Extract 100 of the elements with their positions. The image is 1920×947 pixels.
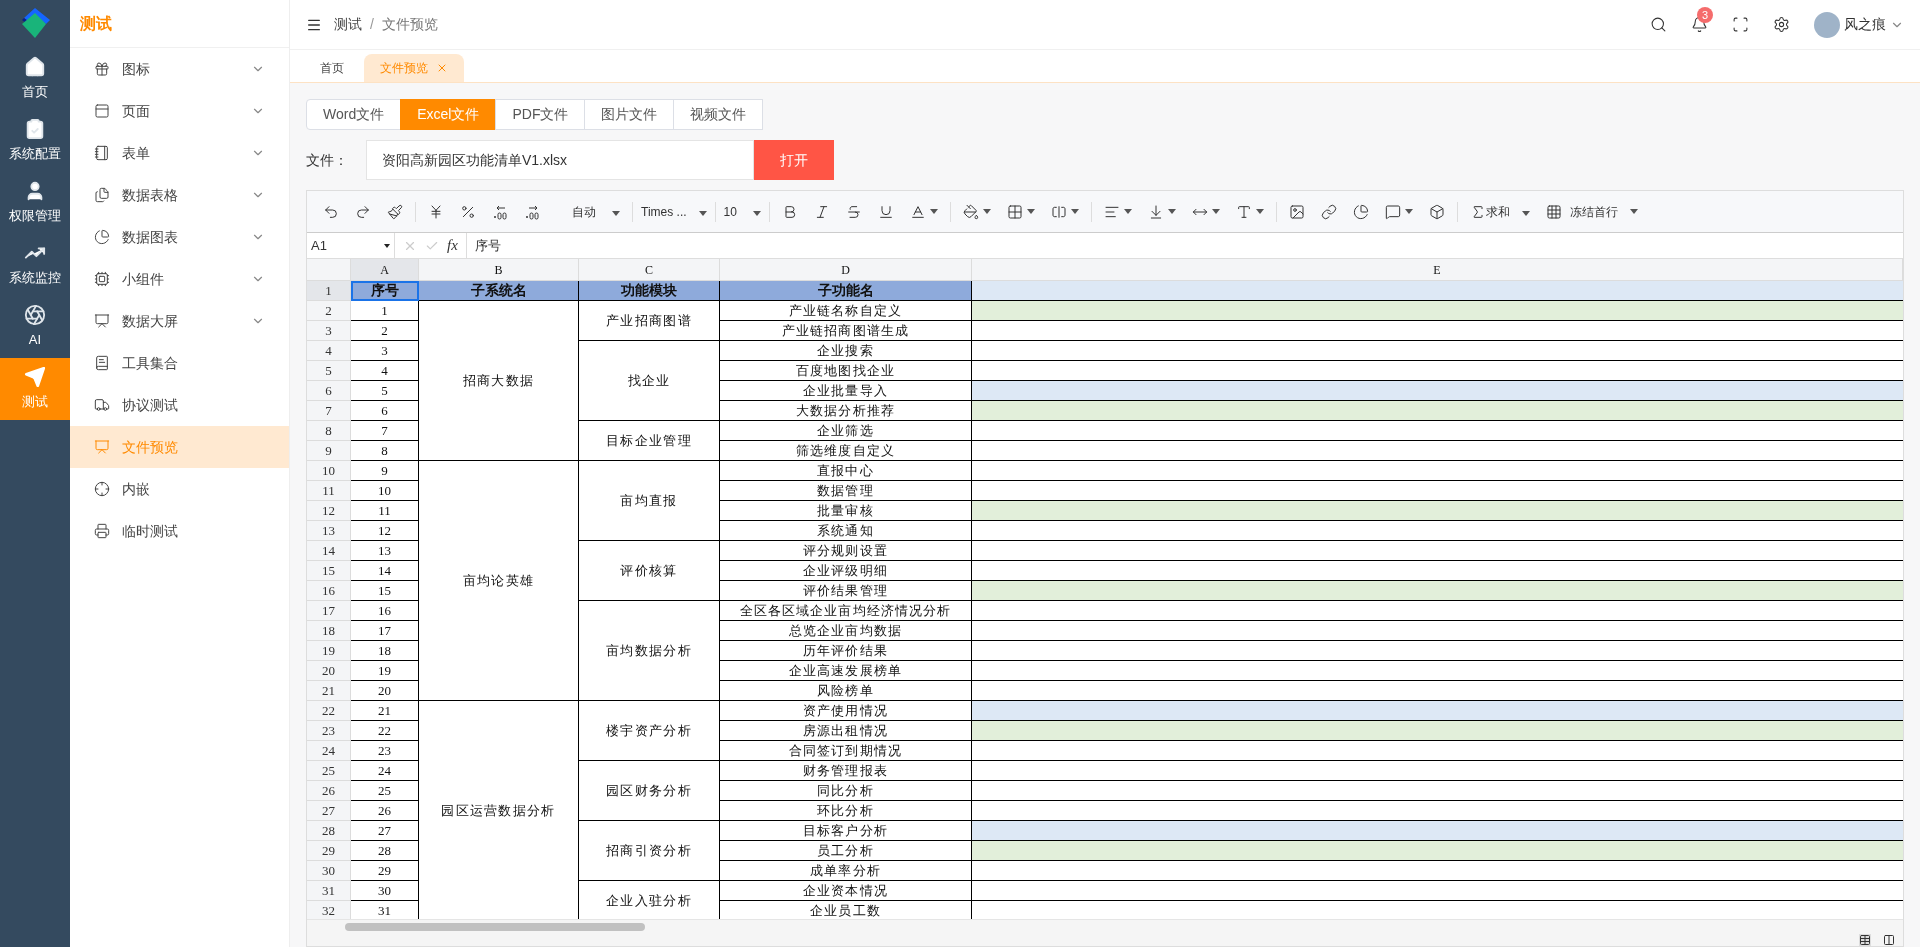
table-icon[interactable] bbox=[1859, 934, 1871, 946]
row-number[interactable]: 18 bbox=[307, 621, 351, 641]
panel-icon bbox=[94, 103, 110, 119]
cell-reference-field[interactable]: A1 bbox=[307, 233, 395, 258]
file-type-tab[interactable]: 图片文件 bbox=[584, 99, 675, 130]
row-number[interactable]: 2 bbox=[307, 301, 351, 321]
row-number[interactable]: 1 bbox=[307, 281, 351, 301]
function-label[interactable]: fx bbox=[447, 234, 458, 257]
font-dropdown[interactable]: Times ... bbox=[641, 202, 707, 221]
rail-item[interactable]: 首页 bbox=[0, 48, 70, 110]
page-tab[interactable]: 首页 bbox=[304, 54, 360, 82]
scrollbar-thumb[interactable] bbox=[345, 923, 645, 931]
row-number[interactable]: 11 bbox=[307, 481, 351, 501]
cube-icon[interactable] bbox=[1428, 203, 1445, 220]
row-number[interactable]: 12 bbox=[307, 501, 351, 521]
image-icon[interactable] bbox=[1288, 203, 1305, 220]
column-header[interactable]: A bbox=[351, 259, 419, 281]
undo-icon[interactable] bbox=[323, 203, 339, 220]
row-number[interactable]: 26 bbox=[307, 781, 351, 801]
table-cell: 14 bbox=[351, 561, 419, 581]
sidebar-item[interactable]: 临时测试 bbox=[70, 510, 289, 552]
table-cell: 企业搜索 bbox=[720, 341, 972, 361]
link-icon[interactable] bbox=[1320, 203, 1337, 220]
row-number[interactable]: 30 bbox=[307, 861, 351, 881]
user-name[interactable]: 风之痕 bbox=[1844, 14, 1886, 35]
table-cell: 企业资本情况 bbox=[720, 881, 972, 901]
row-number[interactable]: 32 bbox=[307, 901, 351, 919]
row-number[interactable]: 16 bbox=[307, 581, 351, 601]
sidebar-item[interactable]: 内嵌 bbox=[70, 468, 289, 510]
rail-item[interactable]: AI bbox=[0, 296, 70, 358]
file-type-tab[interactable]: Word文件 bbox=[306, 99, 402, 130]
row-number[interactable]: 9 bbox=[307, 441, 351, 461]
sidebar-item[interactable]: 图标 bbox=[70, 48, 289, 90]
columns-icon[interactable] bbox=[1883, 934, 1895, 946]
caret-icon bbox=[1629, 209, 1638, 214]
row-number[interactable]: 28 bbox=[307, 821, 351, 841]
sidebar-item[interactable]: 表单 bbox=[70, 132, 289, 174]
file-type-tab[interactable]: PDF文件 bbox=[495, 99, 586, 130]
row-number[interactable]: 15 bbox=[307, 561, 351, 581]
increase-decimal-icon[interactable] bbox=[492, 203, 508, 220]
sidebar-item[interactable]: 协议测试 bbox=[70, 384, 289, 426]
row-number[interactable]: 20 bbox=[307, 661, 351, 681]
font-color-icon[interactable] bbox=[909, 203, 926, 220]
clipboard-icon bbox=[24, 118, 46, 141]
row-number[interactable]: 29 bbox=[307, 841, 351, 861]
file-input[interactable]: 资阳高新园区功能清单V1.xlsx bbox=[366, 140, 754, 180]
row-number[interactable]: 21 bbox=[307, 681, 351, 701]
yen-icon[interactable] bbox=[428, 203, 444, 220]
sidebar-item[interactable]: 数据表格 bbox=[70, 174, 289, 216]
percent-icon[interactable] bbox=[460, 203, 476, 220]
row-number[interactable]: 13 bbox=[307, 521, 351, 541]
underline-icon[interactable] bbox=[877, 203, 894, 220]
number-format-dropdown[interactable]: 自动 bbox=[572, 202, 620, 221]
rail-item[interactable]: 系统监控 bbox=[0, 234, 70, 296]
decrease-decimal-icon[interactable] bbox=[524, 203, 540, 220]
comment-icon[interactable] bbox=[1384, 203, 1401, 220]
row-number[interactable]: 10 bbox=[307, 461, 351, 481]
redo-icon[interactable] bbox=[355, 203, 371, 220]
sidebar-item[interactable]: 数据大屏 bbox=[70, 300, 289, 342]
freeze-button[interactable]: 冻结首行 bbox=[1545, 202, 1638, 221]
row-number[interactable]: 19 bbox=[307, 641, 351, 661]
rail-item[interactable]: 系统配置 bbox=[0, 110, 70, 172]
column-header[interactable]: C bbox=[579, 259, 720, 281]
search-icon[interactable] bbox=[1650, 16, 1667, 33]
sidebar-item[interactable]: 小组件 bbox=[70, 258, 289, 300]
border-icon[interactable] bbox=[1006, 203, 1023, 220]
sidebar-item[interactable]: 数据图表 bbox=[70, 216, 289, 258]
rail-item[interactable]: 权限管理 bbox=[0, 172, 70, 234]
row-number[interactable]: 8 bbox=[307, 421, 351, 441]
row-number[interactable]: 22 bbox=[307, 701, 351, 721]
sum-button[interactable]: 求和 bbox=[1469, 202, 1530, 221]
settings-icon[interactable] bbox=[1773, 16, 1790, 33]
table-cell: 2 bbox=[351, 321, 419, 341]
row-number[interactable]: 3 bbox=[307, 321, 351, 341]
sidebar-item[interactable]: 工具集合 bbox=[70, 342, 289, 384]
paint-bucket-icon[interactable] bbox=[962, 203, 979, 220]
table-cell: 直报中心 bbox=[720, 461, 972, 481]
fullscreen-icon[interactable] bbox=[1732, 16, 1749, 33]
file-type-tab[interactable]: 视频文件 bbox=[673, 99, 764, 130]
sidebar-item[interactable]: 页面 bbox=[70, 90, 289, 132]
table-cell: 招商引资分析 bbox=[579, 821, 720, 881]
row-number[interactable]: 7 bbox=[307, 401, 351, 421]
row-number[interactable]: 5 bbox=[307, 361, 351, 381]
row-number[interactable]: 25 bbox=[307, 761, 351, 781]
column-header[interactable]: E bbox=[972, 259, 1903, 281]
column-header[interactable]: D bbox=[720, 259, 972, 281]
row-number[interactable]: 31 bbox=[307, 881, 351, 901]
formula-input[interactable]: 序号 bbox=[465, 233, 1903, 258]
row-number[interactable]: 24 bbox=[307, 741, 351, 761]
row-number[interactable]: 17 bbox=[307, 601, 351, 621]
breadcrumb-link[interactable]: 测试 bbox=[334, 14, 362, 35]
strikethrough-icon[interactable] bbox=[845, 203, 862, 220]
row-number[interactable]: 6 bbox=[307, 381, 351, 401]
row-number[interactable]: 23 bbox=[307, 721, 351, 741]
font-size-dropdown[interactable]: 10 bbox=[723, 202, 761, 221]
row-number[interactable]: 27 bbox=[307, 801, 351, 821]
row-number[interactable]: 14 bbox=[307, 541, 351, 561]
row-number[interactable]: 4 bbox=[307, 341, 351, 361]
pie-chart-icon[interactable] bbox=[1352, 203, 1369, 220]
column-header[interactable]: B bbox=[419, 259, 579, 281]
